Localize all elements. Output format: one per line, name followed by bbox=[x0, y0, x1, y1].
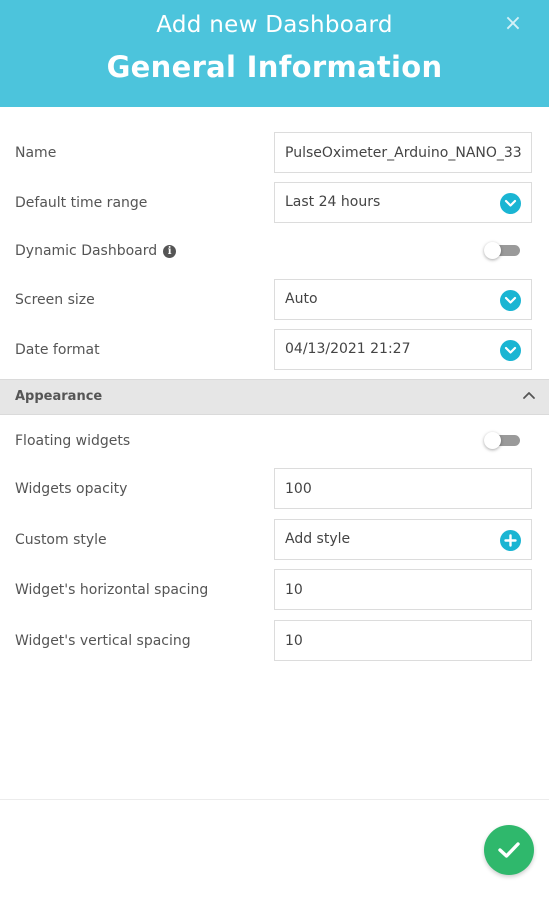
dynamic-dashboard-text: Dynamic Dashboard bbox=[15, 243, 158, 259]
v-spacing-label: Widget's vertical spacing bbox=[15, 633, 191, 649]
time-range-select[interactable]: Last 24 hours bbox=[274, 182, 532, 223]
chevron-down-icon[interactable] bbox=[500, 193, 521, 214]
date-format-value: 04/13/2021 21:27 bbox=[285, 341, 411, 357]
date-format-label: Date format bbox=[15, 342, 100, 358]
info-icon[interactable]: i bbox=[163, 245, 177, 258]
footer-divider bbox=[0, 799, 549, 800]
opacity-field[interactable] bbox=[274, 468, 532, 509]
chevron-up-icon[interactable] bbox=[521, 388, 537, 404]
opacity-label: Widgets opacity bbox=[15, 481, 128, 497]
date-format-select[interactable]: 04/13/2021 21:27 bbox=[274, 329, 532, 370]
toggle-knob bbox=[484, 242, 501, 259]
screen-size-select[interactable]: Auto bbox=[274, 279, 532, 320]
screen-size-label: Screen size bbox=[15, 292, 95, 308]
floating-widgets-label: Floating widgets bbox=[15, 433, 131, 449]
appearance-section-header[interactable]: Appearance bbox=[0, 379, 549, 415]
chevron-down-icon[interactable] bbox=[500, 340, 521, 361]
screen-size-value: Auto bbox=[285, 291, 318, 307]
name-input[interactable] bbox=[275, 133, 531, 172]
h-spacing-field[interactable] bbox=[274, 569, 532, 610]
dynamic-dashboard-toggle[interactable] bbox=[484, 242, 522, 259]
modal-title: General Information bbox=[106, 50, 443, 84]
time-range-label: Default time range bbox=[15, 195, 148, 211]
v-spacing-input[interactable] bbox=[275, 621, 531, 660]
h-spacing-label: Widget's horizontal spacing bbox=[15, 582, 209, 598]
close-icon[interactable]: × bbox=[503, 12, 523, 36]
modal-subtitle: Add new Dashboard bbox=[156, 12, 393, 38]
custom-style-field[interactable]: Add style bbox=[274, 519, 532, 560]
floating-widgets-toggle[interactable] bbox=[484, 432, 522, 449]
dynamic-dashboard-label: Dynamic Dashboard i bbox=[15, 243, 177, 259]
chevron-down-icon[interactable] bbox=[500, 290, 521, 311]
confirm-button[interactable] bbox=[484, 825, 534, 875]
time-range-value: Last 24 hours bbox=[285, 194, 381, 210]
v-spacing-field[interactable] bbox=[274, 620, 532, 661]
toggle-knob bbox=[484, 432, 501, 449]
name-label: Name bbox=[15, 145, 57, 161]
plus-icon[interactable] bbox=[500, 530, 521, 551]
modal-header: Add new Dashboard General Information × bbox=[0, 0, 549, 107]
h-spacing-input[interactable] bbox=[275, 570, 531, 609]
add-style-text: Add style bbox=[285, 531, 351, 547]
name-field[interactable] bbox=[274, 132, 532, 173]
appearance-title: Appearance bbox=[15, 389, 103, 404]
checkmark-icon bbox=[498, 842, 520, 858]
custom-style-label: Custom style bbox=[15, 532, 107, 548]
opacity-input[interactable] bbox=[275, 469, 531, 508]
